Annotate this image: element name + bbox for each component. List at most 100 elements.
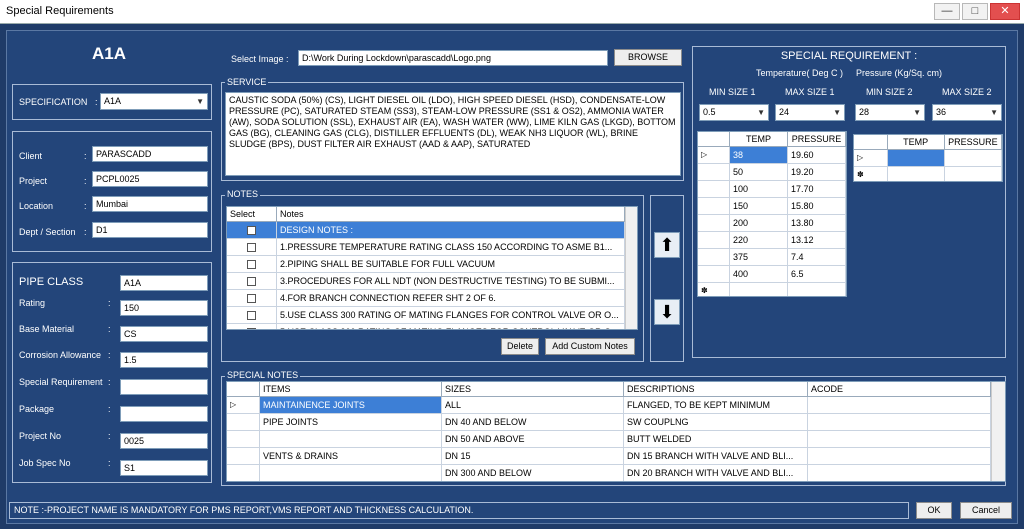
pipe-field-input[interactable]: S1 — [120, 460, 208, 476]
temp-cell[interactable]: 220 — [730, 232, 788, 249]
notes-row[interactable]: 4.FOR BRANCH CONNECTION REFER SHT 2 OF 6… — [227, 290, 637, 307]
grid2-temp-cell[interactable] — [887, 150, 945, 167]
description-cell[interactable]: FLANGED, TO BE KEPT MINIMUM — [624, 397, 808, 414]
grid2-pressure-cell[interactable] — [944, 150, 1002, 167]
notes-row[interactable]: DESIGN NOTES : — [227, 222, 637, 239]
specification-select[interactable]: A1A ▼ — [100, 93, 208, 110]
special-notes-grid[interactable]: ITEMS SIZES DESCRIPTIONS ACODE ▷ MAINTAIN… — [226, 381, 1006, 482]
item-cell[interactable] — [260, 465, 442, 481]
max-size-2-select[interactable]: 36 ▼ — [932, 104, 1002, 121]
description-cell[interactable]: DN 15 BRANCH WITH VALVE AND BLI... — [624, 448, 808, 465]
acode-cell[interactable] — [808, 448, 991, 465]
pipe-field-input[interactable] — [120, 379, 208, 395]
new-row[interactable]: ✽ — [698, 283, 846, 296]
special-notes-scrollbar[interactable] — [991, 382, 1005, 481]
notes-scrollbar[interactable] — [625, 207, 637, 329]
pipe-field-input[interactable]: CS — [120, 326, 208, 342]
pressure-cell[interactable]: 19.20 — [788, 164, 846, 181]
project-field-input[interactable]: PARASCADD — [92, 146, 208, 162]
temp-cell[interactable]: 400 — [730, 266, 788, 283]
pipe-field-input[interactable]: 150 — [120, 300, 208, 316]
temp-pressure-row[interactable]: 150 15.80 — [698, 198, 846, 215]
pipe-field-input[interactable]: 1.5 — [120, 352, 208, 368]
cancel-button[interactable]: Cancel — [960, 502, 1012, 519]
temp-cell[interactable]: 375 — [730, 249, 788, 266]
description-cell[interactable]: SW COUPLNG — [624, 414, 808, 431]
notes-row[interactable]: 2.PIPING SHALL BE SUITABLE FOR FULL VACU… — [227, 256, 637, 273]
temp-pressure-grid-1[interactable]: TEMP PRESSURE ▷ 38 19.60 50 19.20 100 17.70 150… — [697, 131, 847, 297]
min-size-2-select[interactable]: 28 ▼ — [855, 104, 925, 121]
temp-pressure-row[interactable]: ▷ 38 19.60 — [698, 147, 846, 164]
notes-row[interactable]: 5.USE CLASS 300 RATING OF MATING FLANGES… — [227, 324, 637, 329]
temp-cell[interactable]: 100 — [730, 181, 788, 198]
special-notes-row[interactable]: DN 300 AND BELOW DN 20 BRANCH WITH VALVE … — [227, 465, 1005, 481]
size-cell[interactable]: DN 15 — [442, 448, 624, 465]
project-field-input[interactable]: PCPL0025 — [92, 171, 208, 187]
special-notes-row[interactable]: DN 50 AND ABOVE BUTT WELDED — [227, 431, 1005, 448]
temp-pressure-row[interactable]: 100 17.70 — [698, 181, 846, 198]
item-cell[interactable]: PIPE JOINTS — [260, 414, 442, 431]
item-cell[interactable]: MAINTAINENCE JOINTS — [260, 397, 442, 414]
min-size-1-select[interactable]: 0.5 ▼ — [699, 104, 769, 121]
special-notes-row[interactable]: VENTS & DRAINS DN 15 DN 15 BRANCH WITH VAL… — [227, 448, 1005, 465]
add-custom-notes-button[interactable]: Add Custom Notes — [545, 338, 635, 355]
description-cell[interactable]: BUTT WELDED — [624, 431, 808, 448]
temp-pressure-row[interactable]: 50 19.20 — [698, 164, 846, 181]
notes-row[interactable]: 5.USE CLASS 300 RATING OF MATING FLANGES… — [227, 307, 637, 324]
pressure-cell[interactable]: 7.4 — [788, 249, 846, 266]
minimize-button[interactable]: — — [934, 3, 960, 20]
temp-cell[interactable]: 150 — [730, 198, 788, 215]
select-checkbox[interactable] — [247, 243, 256, 253]
select-checkbox[interactable] — [247, 277, 256, 287]
temp-pressure-row[interactable]: 400 6.5 — [698, 266, 846, 283]
notes-grid[interactable]: Select Notes DESIGN NOTES :1.PRESSURE TE… — [226, 206, 638, 330]
pressure-cell[interactable]: 19.60 — [788, 147, 846, 164]
select-checkbox[interactable] — [247, 260, 256, 270]
temp-pressure-row[interactable]: 200 13.80 — [698, 215, 846, 232]
size-cell[interactable]: DN 300 AND BELOW — [442, 465, 624, 481]
close-button[interactable]: ✕ — [990, 3, 1020, 20]
acode-cell[interactable] — [808, 431, 991, 448]
pressure-cell[interactable]: 17.70 — [788, 181, 846, 198]
temp-pressure-row[interactable]: 375 7.4 — [698, 249, 846, 266]
delete-button[interactable]: Delete — [501, 338, 539, 355]
acode-cell[interactable] — [808, 414, 991, 431]
notes-row[interactable]: 3.PROCEDURES FOR ALL NDT (NON DESTRUCTIV… — [227, 273, 637, 290]
max-size-1-select[interactable]: 24 ▼ — [775, 104, 845, 121]
project-field-input[interactable]: D1 — [92, 222, 208, 238]
special-notes-row[interactable]: ▷ MAINTAINENCE JOINTS ALL FLANGED, TO BE KE… — [227, 397, 1005, 414]
temp-cell[interactable]: 50 — [730, 164, 788, 181]
acode-cell[interactable] — [808, 465, 991, 481]
browse-button[interactable]: BROWSE — [614, 49, 682, 66]
select-checkbox[interactable] — [247, 328, 256, 329]
temp-pressure-grid-2[interactable]: TEMP PRESSURE ▷ ✽ — [853, 134, 1003, 182]
special-notes-row[interactable]: PIPE JOINTS DN 40 AND BELOW SW COUPLNG — [227, 414, 1005, 431]
ok-button[interactable]: OK — [916, 502, 952, 519]
arrow-down-icon[interactable]: ⬇ — [654, 299, 680, 325]
pipe-field-input[interactable] — [120, 406, 208, 422]
size-cell[interactable]: DN 40 AND BELOW — [442, 414, 624, 431]
temp-cell[interactable]: 200 — [730, 215, 788, 232]
select-checkbox[interactable] — [247, 294, 256, 304]
pressure-cell[interactable]: 6.5 — [788, 266, 846, 283]
maximize-button[interactable]: □ — [962, 3, 988, 20]
description-cell[interactable]: DN 20 BRANCH WITH VALVE AND BLI... — [624, 465, 808, 481]
project-field-input[interactable]: Mumbai — [92, 196, 208, 212]
pressure-cell[interactable]: 13.12 — [788, 232, 846, 249]
temp-pressure-row[interactable]: 220 13.12 — [698, 232, 846, 249]
service-textarea[interactable]: CAUSTIC SODA (50%) (CS), LIGHT DIESEL OI… — [225, 92, 681, 176]
select-checkbox[interactable] — [247, 226, 256, 236]
pipe-field-input[interactable]: 0025 — [120, 433, 208, 449]
item-cell[interactable]: VENTS & DRAINS — [260, 448, 442, 465]
acode-cell[interactable] — [808, 397, 991, 414]
arrow-up-icon[interactable]: ⬆ — [654, 232, 680, 258]
notes-row[interactable]: 1.PRESSURE TEMPERATURE RATING CLASS 150 … — [227, 239, 637, 256]
pressure-cell[interactable]: 13.80 — [788, 215, 846, 232]
size-cell[interactable]: ALL — [442, 397, 624, 414]
pipe-class-field[interactable]: A1A — [120, 275, 208, 291]
select-checkbox[interactable] — [247, 311, 256, 321]
temp-cell[interactable]: 38 — [730, 147, 788, 164]
size-cell[interactable]: DN 50 AND ABOVE — [442, 431, 624, 448]
item-cell[interactable] — [260, 431, 442, 448]
pressure-cell[interactable]: 15.80 — [788, 198, 846, 215]
